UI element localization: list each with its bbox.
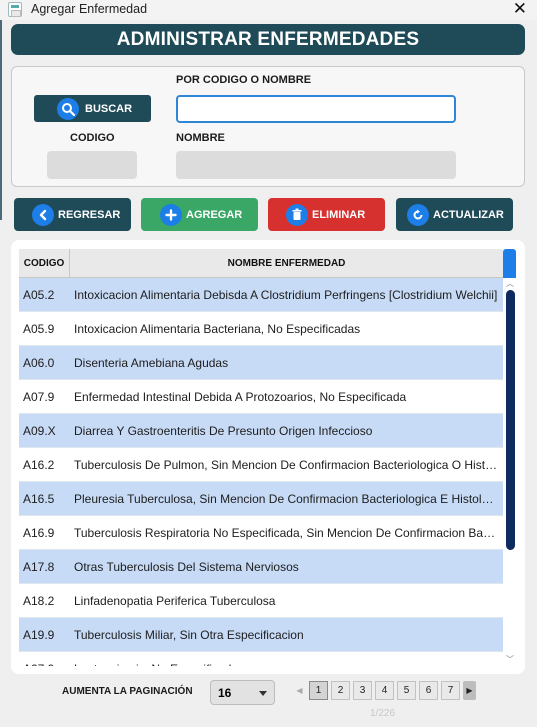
cell-name: Enfermedad Intestinal Debida A Protozoar… <box>74 389 407 404</box>
update-button[interactable]: ACTUALIZAR <box>396 198 513 231</box>
cell-name: Tuberculosis Respiratoria No Especificad… <box>74 525 503 540</box>
name-label: NOMBRE <box>176 132 225 144</box>
table-row[interactable]: A27.9Leptospirosis, No Especificada <box>19 652 503 667</box>
trash-icon <box>286 203 308 226</box>
search-input[interactable] <box>176 95 456 123</box>
page-size-value: 16 <box>218 686 232 700</box>
cell-name: Pleuresia Tuberculosa, Sin Mencion De Co… <box>74 491 503 506</box>
scroll-down-icon[interactable]: ﹀ <box>506 654 514 665</box>
cell-code: A19.9 <box>23 627 55 642</box>
search-icon <box>57 97 79 120</box>
cell-name: Intoxicacion Alimentaria Debisda A Clost… <box>74 287 498 302</box>
table-row[interactable]: A16.2 Tuberculosis De Pulmon, Sin Mencion… <box>19 448 503 482</box>
back-button-label: REGRESAR <box>58 208 121 221</box>
search-button-label: BUSCAR <box>85 102 133 115</box>
close-icon[interactable]: ✕ <box>513 0 527 19</box>
table-row[interactable]: A16.5 Pleuresia Tuberculosa, Sin Mencion … <box>19 482 503 516</box>
diseases-table-panel: CODIGO NOMBRE ENFERMEDAD A05.2 Intoxicaci… <box>11 240 525 674</box>
table-row[interactable]: A16.9 Tuberculosis Respiratoria No Especi… <box>19 516 503 550</box>
add-button-label: AGREGAR <box>186 208 243 221</box>
update-button-label: ACTUALIZAR <box>433 208 504 221</box>
page-button[interactable]: 6 <box>419 681 438 700</box>
pager: ◀ 1 2 3 4 5 6 7 ▶ <box>293 681 476 700</box>
name-field[interactable] <box>176 151 456 179</box>
table-row[interactable]: A18.2 Linfadenopatia Periferica Tuberculo… <box>19 584 503 618</box>
cell-code: A16.9 <box>23 525 55 540</box>
add-button[interactable]: AGREGAR <box>141 198 258 231</box>
plus-icon <box>160 203 182 226</box>
cell-code: A16.5 <box>23 491 55 506</box>
delete-button-label: ELIMINAR <box>312 208 366 221</box>
refresh-icon <box>407 203 429 226</box>
table-row[interactable]: A09.X Diarrea Y Gastroenteritis De Presun… <box>19 414 503 448</box>
query-label: POR CODIGO O NOMBRE <box>176 74 312 86</box>
table-row[interactable]: A19.9 Tuberculosis Miliar, Sin Otra Espec… <box>19 618 503 652</box>
page-button[interactable]: 3 <box>353 681 372 700</box>
app-icon <box>8 2 22 17</box>
cell-code: A16.2 <box>23 457 55 472</box>
table-header: CODIGO NOMBRE ENFERMEDAD <box>19 249 503 278</box>
table-corner <box>503 249 516 278</box>
code-field[interactable] <box>47 151 137 179</box>
back-button[interactable]: REGRESAR <box>14 198 131 231</box>
cell-name: Tuberculosis De Pulmon, Sin Mencion De C… <box>74 457 503 472</box>
page-title: ADMINISTRAR ENFERMEDADES <box>11 24 525 55</box>
table-row[interactable]: A17.8 Otras Tuberculosis Del Sistema Nerv… <box>19 550 503 584</box>
scroll-up-icon[interactable]: ︿ <box>506 278 514 289</box>
cell-name: Diarrea Y Gastroenteritis De Presunto Or… <box>74 423 373 438</box>
column-header-name[interactable]: NOMBRE ENFERMEDAD <box>70 249 503 278</box>
page-button[interactable]: 5 <box>397 681 416 700</box>
search-button[interactable]: BUSCAR <box>34 95 151 122</box>
page-size-select[interactable]: 16 <box>210 680 275 705</box>
table-row[interactable]: A07.9 Enfermedad Intestinal Debida A Prot… <box>19 380 503 414</box>
cell-code: A09.X <box>23 423 56 438</box>
table-row[interactable]: A05.2 Intoxicacion Alimentaria Debisda A … <box>19 278 503 312</box>
cell-code: A17.8 <box>23 559 55 574</box>
table-body: A05.2 Intoxicacion Alimentaria Debisda A … <box>19 278 503 666</box>
page-button[interactable]: 1 <box>309 681 328 700</box>
table-row[interactable]: A05.9 Intoxicacion Alimentaria Bacteriana… <box>19 312 503 346</box>
column-header-code[interactable]: CODIGO <box>19 249 70 278</box>
cell-code: A18.2 <box>23 593 55 608</box>
cell-name: Leptospirosis, No Especificada <box>74 662 503 667</box>
chevron-down-icon <box>259 691 267 696</box>
delete-button[interactable]: ELIMINAR <box>268 198 385 231</box>
cell-code: A05.2 <box>23 287 55 302</box>
table-row[interactable]: A06.0 Disenteria Amebiana Agudas <box>19 346 503 380</box>
code-label: CODIGO <box>70 132 115 144</box>
page-info: 1/226 <box>370 708 396 719</box>
cell-code: A07.9 <box>23 389 55 404</box>
window-edge <box>0 20 2 220</box>
window-title: Agregar Enfermedad <box>31 2 148 16</box>
cell-name: Intoxicacion Alimentaria Bacteriana, No … <box>74 321 361 336</box>
cell-name: Disenteria Amebiana Agudas <box>74 355 229 370</box>
window-titlebar: Agregar Enfermedad ✕ <box>0 0 537 20</box>
cell-code: A05.9 <box>23 321 55 336</box>
pagination-label: AUMENTA LA PAGINACIÓN <box>62 686 193 697</box>
scrollbar-thumb[interactable] <box>506 290 515 550</box>
cell-name: Linfadenopatia Periferica Tuberculosa <box>74 593 276 608</box>
chevron-left-icon <box>32 203 54 226</box>
page-button[interactable]: 4 <box>375 681 394 700</box>
page-button[interactable]: 7 <box>441 681 460 700</box>
cell-code: A27.9 <box>19 662 74 667</box>
cell-name: Tuberculosis Miliar, Sin Otra Especifica… <box>74 627 304 642</box>
cell-code: A06.0 <box>23 355 55 370</box>
page-button[interactable]: 2 <box>331 681 350 700</box>
next-page-icon[interactable]: ▶ <box>463 681 476 700</box>
cell-name: Otras Tuberculosis Del Sistema Nerviosos <box>74 559 299 574</box>
prev-page-icon[interactable]: ◀ <box>293 681 306 700</box>
